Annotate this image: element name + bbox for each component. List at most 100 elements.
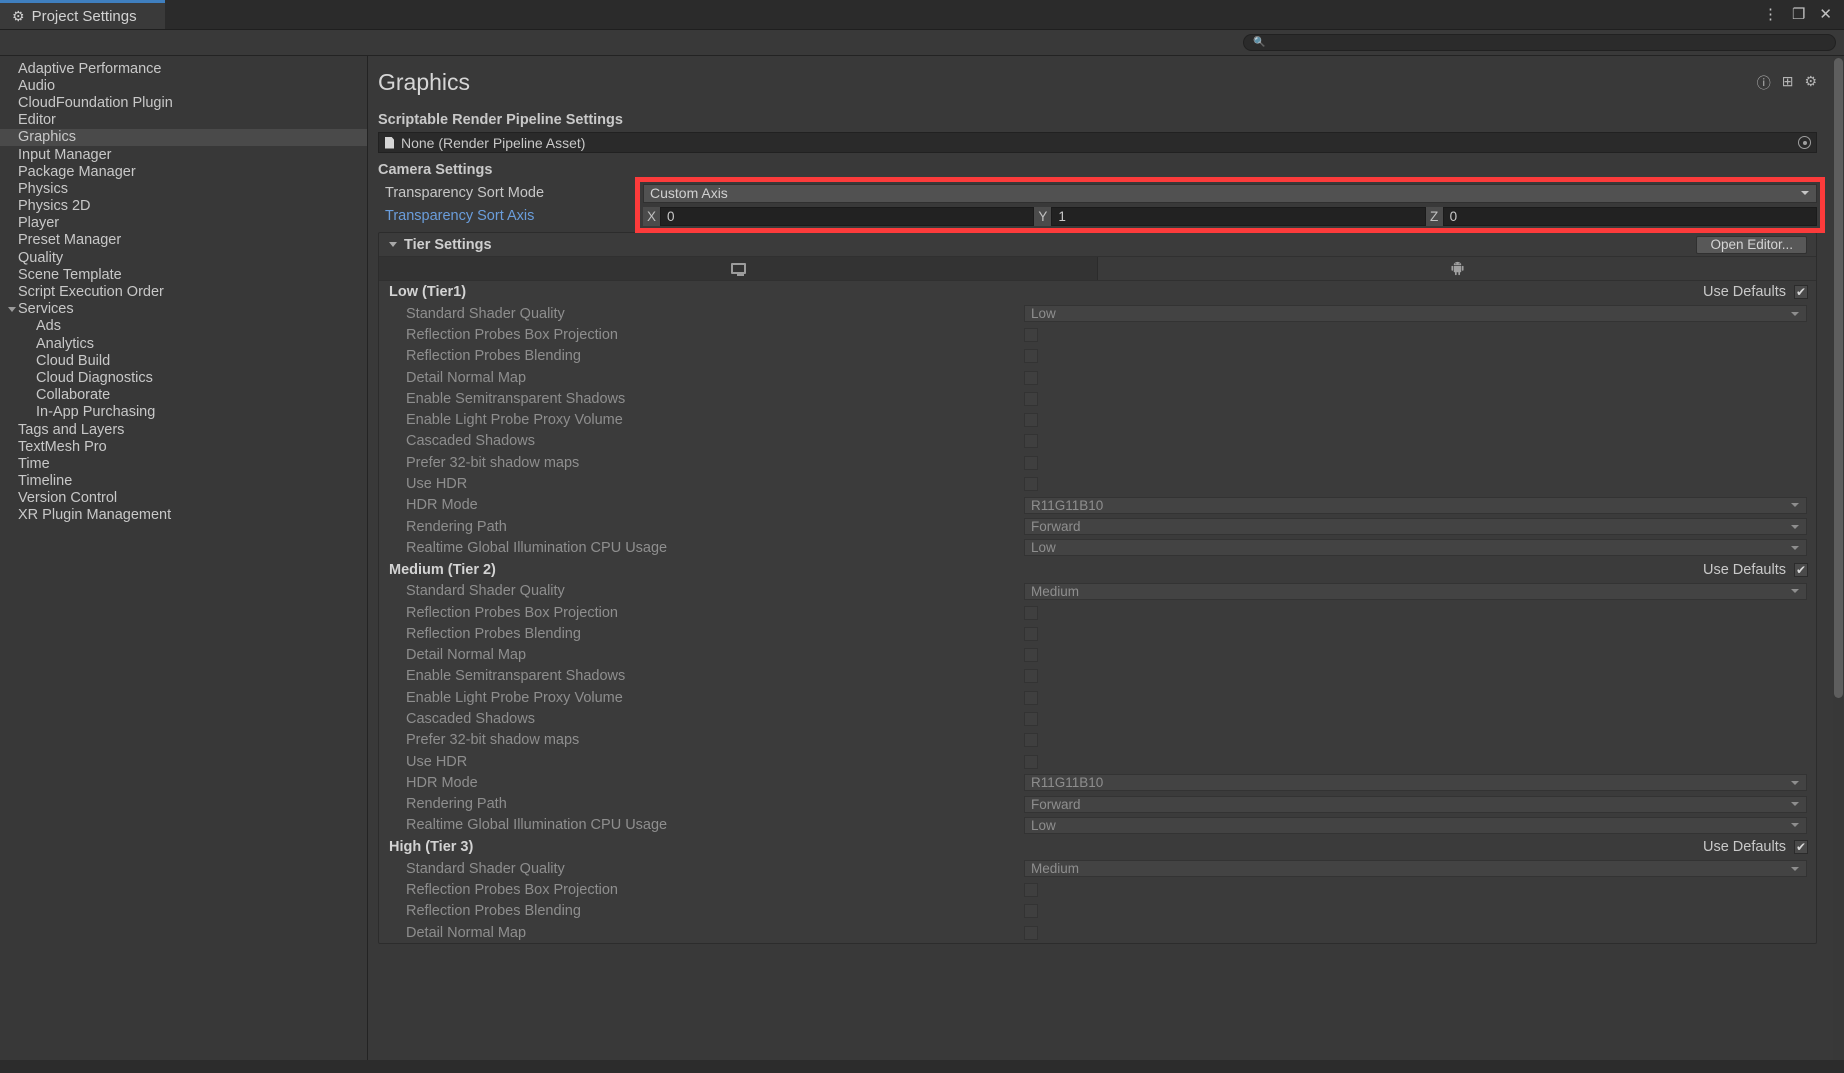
tier-setting-checkbox[interactable] (1024, 434, 1038, 449)
sidebar-item-version-control[interactable]: Version Control (0, 490, 367, 507)
sidebar-item-scene-template[interactable]: Scene Template (0, 266, 367, 283)
sidebar-item-in-app-purchasing[interactable]: In-App Purchasing (0, 404, 367, 421)
tier-setting-checkbox[interactable] (1024, 711, 1038, 726)
sidebar-item-time[interactable]: Time (0, 455, 367, 472)
tier-setting-checkbox[interactable] (1024, 648, 1038, 663)
tier-setting-checkbox[interactable] (1024, 391, 1038, 406)
tier-setting-dropdown[interactable]: Forward (1024, 518, 1807, 536)
open-editor-button[interactable]: Open Editor... (1696, 235, 1807, 254)
tier-setting-label: Reflection Probes Blending (406, 625, 581, 642)
tier-setting-dropdown[interactable]: Low (1024, 305, 1807, 323)
sidebar-item-graphics[interactable]: Graphics (0, 128, 367, 146)
tier-setting-checkbox[interactable] (1024, 669, 1038, 684)
chevron-down-icon (1791, 823, 1799, 828)
tier-setting-checkbox[interactable] (1024, 455, 1038, 470)
sidebar-item-editor[interactable]: Editor (0, 112, 367, 129)
sidebar-item-ads[interactable]: Ads (0, 318, 367, 335)
tier-setting-checkbox[interactable] (1024, 477, 1038, 492)
axis-z-field[interactable]: Z 0 (1425, 206, 1817, 226)
chevron-down-icon[interactable] (8, 306, 16, 312)
settings-sidebar[interactable]: Adaptive Performance Audio CloudFoundation… (0, 56, 368, 1073)
tier-setting-row: Enable Semitransparent Shadows (379, 666, 1816, 687)
tier-setting-row: Rendering Path Forward (379, 516, 1816, 537)
tier-setting-checkbox[interactable] (1024, 754, 1038, 769)
scrollbar-thumb[interactable] (1834, 58, 1843, 698)
sidebar-item-quality[interactable]: Quality (0, 249, 367, 266)
sidebar-item-audio[interactable]: Audio (0, 77, 367, 94)
kebab-menu-icon[interactable]: ⋮ (1763, 7, 1778, 22)
tier-setting-row: Standard Shader Quality Low (379, 303, 1816, 324)
tier-setting-checkbox[interactable] (1024, 904, 1038, 919)
sidebar-item-cloudfoundation-plugin[interactable]: CloudFoundation Plugin (0, 94, 367, 111)
gear-icon[interactable]: ⚙ (1804, 73, 1817, 93)
maximize-icon[interactable]: ❐ (1792, 7, 1805, 22)
tier-settings-header[interactable]: Tier Settings Open Editor... (379, 233, 1816, 257)
transparency-sort-mode-dropdown[interactable]: Custom Axis (643, 183, 1817, 203)
sidebar-item-cloud-diagnostics[interactable]: Cloud Diagnostics (0, 369, 367, 386)
tier-setting-checkbox[interactable] (1024, 626, 1038, 641)
use-defaults-checkbox[interactable]: ✔ (1794, 285, 1808, 299)
sidebar-item-adaptive-performance[interactable]: Adaptive Performance (0, 60, 367, 77)
search-input[interactable]: 🔍 (1243, 34, 1836, 51)
sidebar-item-label: Version Control (18, 490, 118, 507)
preset-icon[interactable]: ⊞ (1782, 73, 1794, 93)
axis-z-input[interactable]: 0 (1442, 206, 1817, 226)
use-defaults-checkbox[interactable]: ✔ (1794, 562, 1808, 577)
tier-setting-dropdown[interactable]: Low (1024, 539, 1807, 557)
object-picker-icon[interactable] (1798, 136, 1811, 149)
help-icon[interactable]: ⓘ (1757, 73, 1771, 93)
axis-y-field[interactable]: Y 1 (1034, 206, 1426, 226)
tier-setting-checkbox[interactable] (1024, 605, 1038, 620)
tier-setting-checkbox[interactable] (1024, 733, 1038, 748)
sidebar-item-preset-manager[interactable]: Preset Manager (0, 232, 367, 249)
axis-x-input[interactable]: 0 (660, 206, 1035, 226)
tier-setting-dropdown[interactable]: Medium (1024, 582, 1807, 600)
tier-setting-dropdown[interactable]: Medium (1024, 860, 1807, 878)
tier-setting-checkbox[interactable] (1024, 413, 1038, 428)
tier-setting-checkbox[interactable] (1024, 370, 1038, 385)
tier-setting-checkbox[interactable] (1024, 690, 1038, 705)
tier-setting-dropdown[interactable]: Forward (1024, 795, 1807, 813)
transparency-sort-axis-label[interactable]: Transparency Sort Axis (378, 208, 643, 224)
platform-tab-android[interactable] (1098, 257, 1816, 280)
tier-setting-row: Prefer 32-bit shadow maps (379, 730, 1816, 751)
sidebar-item-cloud-build[interactable]: Cloud Build (0, 352, 367, 369)
bottom-status-strip (0, 1060, 1844, 1073)
tier-group-header: High (Tier 3) Use Defaults ✔ (379, 836, 1816, 858)
sidebar-item-services[interactable]: Services (0, 301, 367, 318)
sidebar-item-textmesh-pro[interactable]: TextMesh Pro (0, 438, 367, 455)
sidebar-item-xr-plugin-management[interactable]: XR Plugin Management (0, 507, 367, 524)
sidebar-item-physics-2d[interactable]: Physics 2D (0, 198, 367, 215)
sidebar-item-tags-and-layers[interactable]: Tags and Layers (0, 421, 367, 438)
tier-setting-value: Forward (1031, 796, 1081, 812)
sidebar-item-collaborate[interactable]: Collaborate (0, 387, 367, 404)
chevron-down-icon[interactable] (389, 242, 397, 247)
tier-setting-checkbox[interactable] (1024, 349, 1038, 364)
sidebar-item-physics[interactable]: Physics (0, 180, 367, 197)
sidebar-item-label: CloudFoundation Plugin (18, 94, 173, 111)
sidebar-item-package-manager[interactable]: Package Manager (0, 163, 367, 180)
content-scrollbar[interactable] (1833, 56, 1844, 1073)
tier-setting-checkbox[interactable] (1024, 883, 1038, 898)
chevron-down-icon (1791, 780, 1799, 785)
sidebar-item-script-execution-order[interactable]: Script Execution Order (0, 283, 367, 300)
sidebar-item-input-manager[interactable]: Input Manager (0, 146, 367, 163)
close-icon[interactable]: ✕ (1819, 7, 1832, 22)
tier-setting-dropdown[interactable]: R11G11B10 (1024, 774, 1807, 792)
tab-project-settings[interactable]: ⚙ Project Settings (0, 0, 165, 29)
tier-setting-checkbox[interactable] (1024, 327, 1038, 342)
tier-setting-dropdown[interactable]: Low (1024, 816, 1807, 834)
tier-setting-value: Medium (1031, 583, 1080, 599)
render-pipeline-asset-field[interactable]: None (Render Pipeline Asset) (378, 132, 1817, 153)
sidebar-item-player[interactable]: Player (0, 215, 367, 232)
sidebar-item-analytics[interactable]: Analytics (0, 335, 367, 352)
tier-setting-checkbox[interactable] (1024, 925, 1038, 940)
tier-setting-dropdown[interactable]: R11G11B10 (1024, 496, 1807, 514)
axis-x-field[interactable]: X 0 (643, 206, 1035, 226)
sidebar-item-label: Package Manager (18, 163, 136, 180)
platform-tab-standalone[interactable] (379, 257, 1098, 280)
sidebar-item-timeline[interactable]: Timeline (0, 473, 367, 490)
use-defaults-label: Use Defaults (1702, 561, 1786, 578)
axis-y-input[interactable]: 1 (1051, 206, 1426, 226)
use-defaults-checkbox[interactable]: ✔ (1794, 840, 1808, 855)
